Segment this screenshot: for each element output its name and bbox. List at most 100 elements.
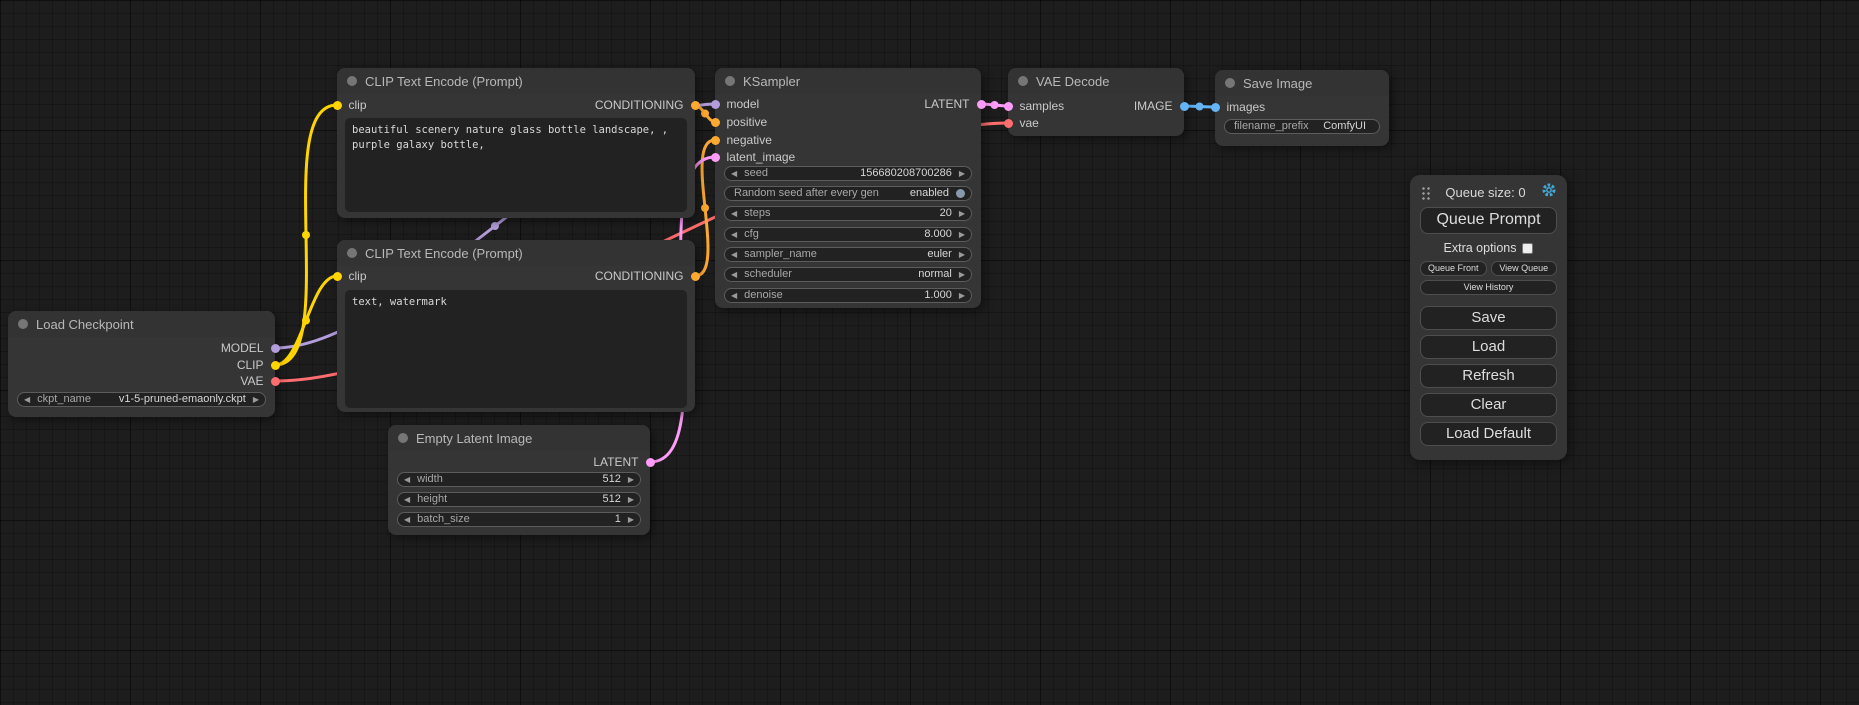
node-header[interactable]: Save Image: [1215, 70, 1389, 96]
conditioning-output-port[interactable]: [691, 272, 700, 281]
refresh-button[interactable]: Refresh: [1420, 364, 1557, 388]
view-queue-button[interactable]: View Queue: [1491, 261, 1558, 276]
link-wire: [275, 105, 337, 365]
node-empty-latent-image[interactable]: Empty Latent Image LATENT ◀ width 512 ▶ …: [388, 425, 650, 535]
port-row: images: [1215, 99, 1265, 115]
seed-number-widget[interactable]: ◀ seed 156680208700286 ▶: [724, 166, 972, 181]
decrement-arrow-icon[interactable]: ◀: [731, 289, 737, 302]
ckpt-name-combo-widget[interactable]: ◀ ckpt_name v1-5-pruned-emaonly.ckpt ▶: [17, 392, 266, 407]
port-row: LATENT: [924, 96, 981, 112]
clear-button[interactable]: Clear: [1420, 393, 1557, 417]
latent-image-input-port[interactable]: [711, 153, 720, 162]
clip-input-port[interactable]: [333, 101, 342, 110]
decrement-arrow-icon[interactable]: ◀: [404, 493, 410, 506]
steps-number-widget[interactable]: ◀ steps 20 ▶: [724, 206, 972, 221]
view-history-button[interactable]: View History: [1420, 280, 1557, 295]
comfy-menu-panel: Queue size: 0 Queue Prompt Extra options…: [1410, 175, 1567, 460]
node-clip-text-encode-negative[interactable]: CLIP Text Encode (Prompt) clip CONDITION…: [337, 240, 695, 412]
filename-prefix-text-widget[interactable]: filename_prefix ComfyUI: [1224, 119, 1380, 134]
height-number-widget[interactable]: ◀ height 512 ▶: [397, 492, 641, 507]
model-output-port[interactable]: [271, 344, 280, 353]
latent-output-port[interactable]: [646, 458, 655, 467]
link-wire: [275, 276, 337, 365]
width-number-widget[interactable]: ◀ width 512 ▶: [397, 472, 641, 487]
clip-input-port[interactable]: [333, 272, 342, 281]
batch-size-number-widget[interactable]: ◀ batch_size 1 ▶: [397, 512, 641, 527]
node-header[interactable]: KSampler: [715, 68, 981, 94]
increment-arrow-icon[interactable]: ▶: [959, 207, 965, 220]
increment-arrow-icon[interactable]: ▶: [628, 493, 634, 506]
decrement-arrow-icon[interactable]: ◀: [404, 473, 410, 486]
image-output-port[interactable]: [1180, 102, 1189, 111]
node-ksampler[interactable]: KSampler model positive negative latent_…: [715, 68, 981, 308]
settings-gear-icon[interactable]: [1541, 182, 1557, 203]
port-row: latent_image: [715, 149, 795, 165]
increment-arrow-icon[interactable]: ▶: [959, 248, 965, 261]
positive-prompt-textarea[interactable]: beautiful scenery nature glass bottle la…: [345, 118, 687, 212]
increment-arrow-icon[interactable]: ▶: [959, 228, 965, 241]
queue-front-button[interactable]: Queue Front: [1420, 261, 1487, 276]
load-button[interactable]: Load: [1420, 335, 1557, 359]
extra-options-checkbox[interactable]: [1522, 243, 1533, 254]
node-collapse-dot-icon[interactable]: [347, 248, 357, 258]
toggle-dot-icon[interactable]: [956, 189, 965, 198]
sampler-name-combo-widget[interactable]: ◀ sampler_name euler ▶: [724, 247, 972, 262]
increment-arrow-icon[interactable]: ▶: [959, 167, 965, 180]
model-input-port[interactable]: [711, 100, 720, 109]
load-default-button[interactable]: Load Default: [1420, 422, 1557, 446]
latent-output-port[interactable]: [977, 100, 986, 109]
decrement-arrow-icon[interactable]: ◀: [731, 167, 737, 180]
increment-arrow-icon[interactable]: ▶: [959, 289, 965, 302]
vae-input-port[interactable]: [1004, 119, 1013, 128]
node-clip-text-encode-positive[interactable]: CLIP Text Encode (Prompt) clip CONDITION…: [337, 68, 695, 218]
increment-arrow-icon[interactable]: ▶: [253, 393, 259, 406]
decrement-arrow-icon[interactable]: ◀: [24, 393, 30, 406]
widget-label: batch_size: [417, 513, 470, 526]
node-load-checkpoint[interactable]: Load Checkpoint MODEL CLIP VAE ◀ ckpt_na…: [8, 311, 275, 417]
queue-prompt-button[interactable]: Queue Prompt: [1420, 207, 1557, 234]
port-row: clip: [337, 268, 367, 284]
extra-options-row: Extra options: [1420, 241, 1557, 255]
node-collapse-dot-icon[interactable]: [398, 433, 408, 443]
vae-output-port[interactable]: [271, 377, 280, 386]
node-header[interactable]: CLIP Text Encode (Prompt): [337, 68, 695, 94]
node-vae-decode[interactable]: VAE Decode samples vae IMAGE: [1008, 68, 1184, 136]
widget-value: euler: [927, 248, 951, 261]
node-collapse-dot-icon[interactable]: [347, 76, 357, 86]
decrement-arrow-icon[interactable]: ◀: [404, 513, 410, 526]
widget-label: sampler_name: [744, 248, 817, 261]
node-header[interactable]: VAE Decode: [1008, 68, 1184, 94]
node-collapse-dot-icon[interactable]: [18, 319, 28, 329]
increment-arrow-icon[interactable]: ▶: [628, 473, 634, 486]
node-header[interactable]: Load Checkpoint: [8, 311, 275, 337]
node-collapse-dot-icon[interactable]: [1225, 78, 1235, 88]
samples-input-port[interactable]: [1004, 102, 1013, 111]
widget-label: seed: [744, 167, 768, 180]
cfg-number-widget[interactable]: ◀ cfg 8.000 ▶: [724, 227, 972, 242]
node-graph-canvas[interactable]: Load Checkpoint MODEL CLIP VAE ◀ ckpt_na…: [0, 0, 1859, 705]
drag-handle-icon[interactable]: [1420, 185, 1430, 200]
random-seed-toggle-widget[interactable]: Random seed after every gen enabled: [724, 186, 972, 201]
scheduler-combo-widget[interactable]: ◀ scheduler normal ▶: [724, 267, 972, 282]
node-header[interactable]: CLIP Text Encode (Prompt): [337, 240, 695, 266]
increment-arrow-icon[interactable]: ▶: [959, 268, 965, 281]
node-save-image[interactable]: Save Image images filename_prefix ComfyU…: [1215, 70, 1389, 146]
decrement-arrow-icon[interactable]: ◀: [731, 207, 737, 220]
node-collapse-dot-icon[interactable]: [1018, 76, 1028, 86]
node-collapse-dot-icon[interactable]: [725, 76, 735, 86]
link-midpoint-dot: [991, 101, 999, 109]
input-label: latent_image: [727, 150, 796, 164]
save-button[interactable]: Save: [1420, 306, 1557, 330]
increment-arrow-icon[interactable]: ▶: [628, 513, 634, 526]
negative-prompt-textarea[interactable]: text, watermark: [345, 290, 687, 408]
negative-input-port[interactable]: [711, 136, 720, 145]
images-input-port[interactable]: [1211, 103, 1220, 112]
clip-output-port[interactable]: [271, 361, 280, 370]
conditioning-output-port[interactable]: [691, 101, 700, 110]
denoise-number-widget[interactable]: ◀ denoise 1.000 ▶: [724, 288, 972, 303]
decrement-arrow-icon[interactable]: ◀: [731, 228, 737, 241]
decrement-arrow-icon[interactable]: ◀: [731, 248, 737, 261]
decrement-arrow-icon[interactable]: ◀: [731, 268, 737, 281]
positive-input-port[interactable]: [711, 118, 720, 127]
node-header[interactable]: Empty Latent Image: [388, 425, 650, 451]
